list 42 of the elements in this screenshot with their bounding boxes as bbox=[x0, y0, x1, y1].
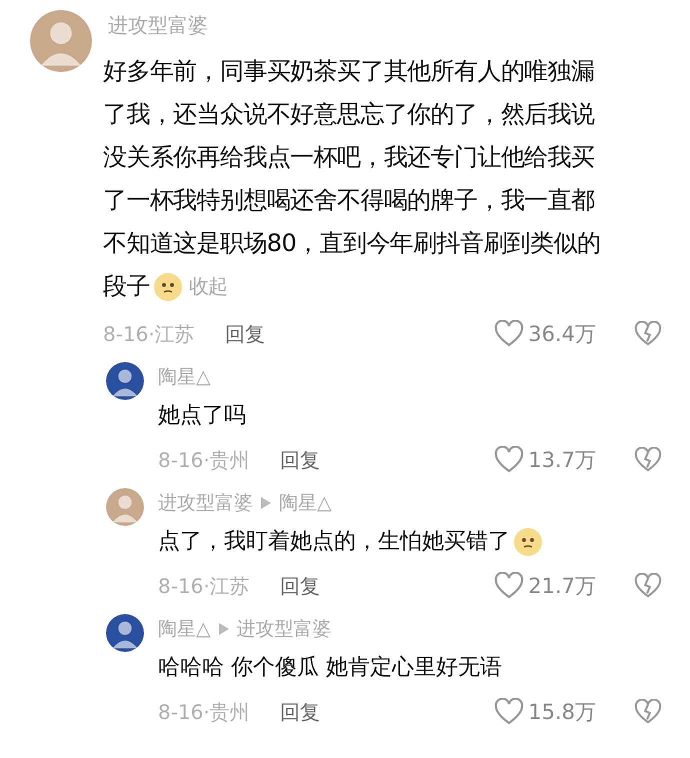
comment-text: 好多年前，同事买奶茶买了其他所有人的唯独漏 bbox=[103, 56, 594, 87]
comment-text: 没关系你再给我点一杯吧，我还专门让他给我买 bbox=[103, 142, 594, 173]
comment-text: 了一杯我特别想喝还舍不得喝的牌子，我一直都 bbox=[103, 185, 594, 216]
date-location: 8-16·江苏 bbox=[103, 320, 195, 348]
date-location: 8-16·江苏 bbox=[158, 572, 250, 600]
arrow-icon bbox=[218, 623, 229, 635]
emoji-icon bbox=[513, 527, 543, 557]
like-count: 13.7万 bbox=[528, 447, 596, 474]
collapse-link[interactable]: 收起 bbox=[188, 265, 228, 308]
reply-button[interactable]: 回复 bbox=[280, 446, 320, 474]
date-location: 8-16·贵州 bbox=[158, 698, 250, 726]
reply-button[interactable]: 回复 bbox=[224, 320, 265, 348]
like-count: 21.7万 bbox=[528, 573, 596, 600]
avatar[interactable] bbox=[106, 362, 144, 400]
broken-heart-icon[interactable] bbox=[634, 573, 662, 599]
date-location: 8-16·贵州 bbox=[158, 446, 250, 474]
broken-heart-icon[interactable] bbox=[634, 321, 662, 347]
emoji-icon bbox=[152, 272, 183, 302]
comment-text: 不知道这是职场80，直到今年刷抖音刷到类似的 bbox=[103, 228, 600, 259]
username[interactable]: 陶星△ bbox=[158, 364, 211, 390]
avatar[interactable] bbox=[106, 614, 144, 652]
comment-text: 点了，我盯着她点的，生怕她买错了 bbox=[158, 528, 510, 556]
username[interactable]: 陶星△ bbox=[158, 616, 211, 642]
comment-text: 她点了吗 bbox=[158, 402, 246, 430]
heart-icon[interactable] bbox=[494, 320, 524, 348]
comment-text: 段子 bbox=[103, 271, 150, 302]
username[interactable]: 进攻型富婆 bbox=[108, 12, 208, 38]
like-count: 15.8万 bbox=[528, 699, 596, 726]
heart-icon[interactable] bbox=[494, 572, 524, 600]
username[interactable]: 进攻型富婆 bbox=[158, 490, 253, 516]
broken-heart-icon[interactable] bbox=[634, 699, 662, 725]
heart-icon[interactable] bbox=[494, 698, 524, 726]
heart-icon[interactable] bbox=[494, 446, 524, 474]
reply-button[interactable]: 回复 bbox=[280, 698, 320, 726]
like-count: 36.4万 bbox=[528, 321, 596, 348]
username[interactable]: 陶星△ bbox=[279, 490, 332, 516]
arrow-icon bbox=[261, 497, 271, 509]
reply-button[interactable]: 回复 bbox=[280, 572, 320, 600]
comment-text: 哈哈哈 你个傻瓜 她肯定心里好无语 bbox=[158, 654, 502, 682]
broken-heart-icon[interactable] bbox=[634, 447, 662, 473]
comment-text: 了我，还当众说不好意思忘了你的了，然后我说 bbox=[103, 99, 594, 130]
username[interactable]: 进攻型富婆 bbox=[236, 616, 332, 642]
